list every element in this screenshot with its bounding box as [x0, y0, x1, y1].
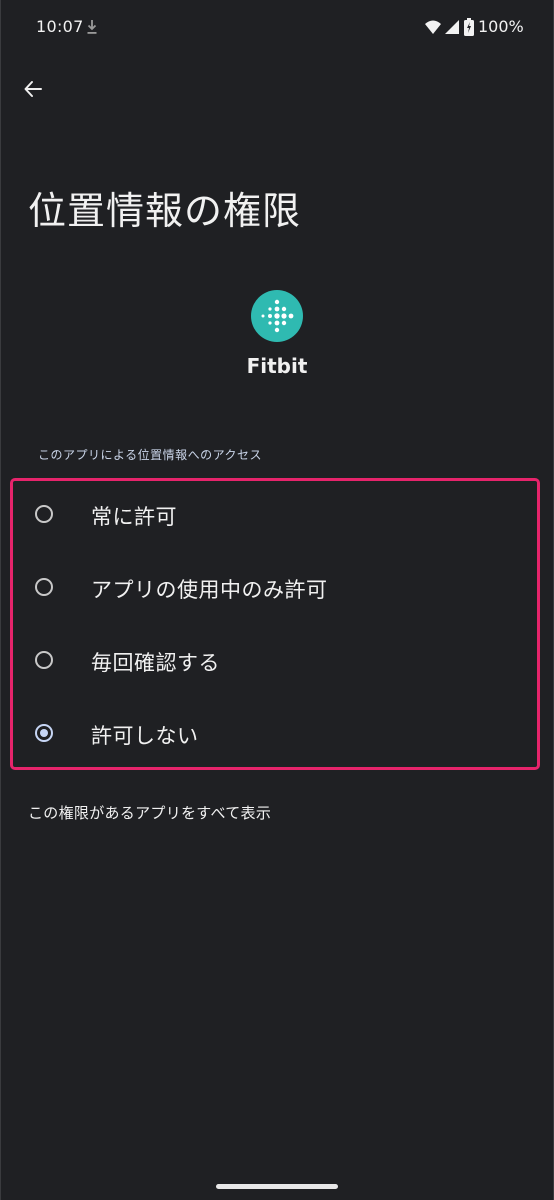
battery-percentage: 100% — [478, 17, 524, 36]
radio-button-selected[interactable] — [35, 724, 53, 742]
wifi-icon — [425, 20, 441, 34]
back-button[interactable] — [16, 72, 50, 106]
section-label: このアプリによる位置情報へのアクセス — [38, 448, 263, 462]
signal-icon — [445, 20, 459, 34]
fitbit-logo-icon — [251, 290, 303, 342]
option-label: 許可しない — [91, 724, 199, 748]
download-icon — [87, 20, 97, 34]
show-all-apps-link[interactable]: この権限があるアプリをすべて表示 — [28, 802, 271, 823]
radio-button[interactable] — [35, 651, 53, 669]
radio-button[interactable] — [35, 578, 53, 596]
status-bar: 10:07 100% — [0, 0, 554, 56]
option-label: 毎回確認する — [91, 651, 220, 675]
option-deny[interactable]: 許可しない — [13, 700, 537, 772]
option-ask-every-time[interactable]: 毎回確認する — [13, 627, 537, 699]
app-name: Fitbit — [246, 354, 308, 378]
option-label: アプリの使用中のみ許可 — [91, 578, 328, 602]
radio-button[interactable] — [35, 505, 53, 523]
arrow-left-icon — [24, 81, 42, 97]
page-title: 位置情報の権限 — [28, 189, 302, 233]
status-time: 10:07 — [36, 17, 84, 36]
permission-options-group: 常に許可 アプリの使用中のみ許可 毎回確認する 許可しない — [10, 478, 540, 770]
gesture-nav-handle[interactable] — [216, 1184, 338, 1189]
battery-icon — [464, 18, 474, 36]
option-label: 常に許可 — [91, 505, 177, 529]
option-allow-while-in-use[interactable]: アプリの使用中のみ許可 — [13, 554, 537, 626]
option-allow-all-the-time[interactable]: 常に許可 — [13, 481, 537, 553]
